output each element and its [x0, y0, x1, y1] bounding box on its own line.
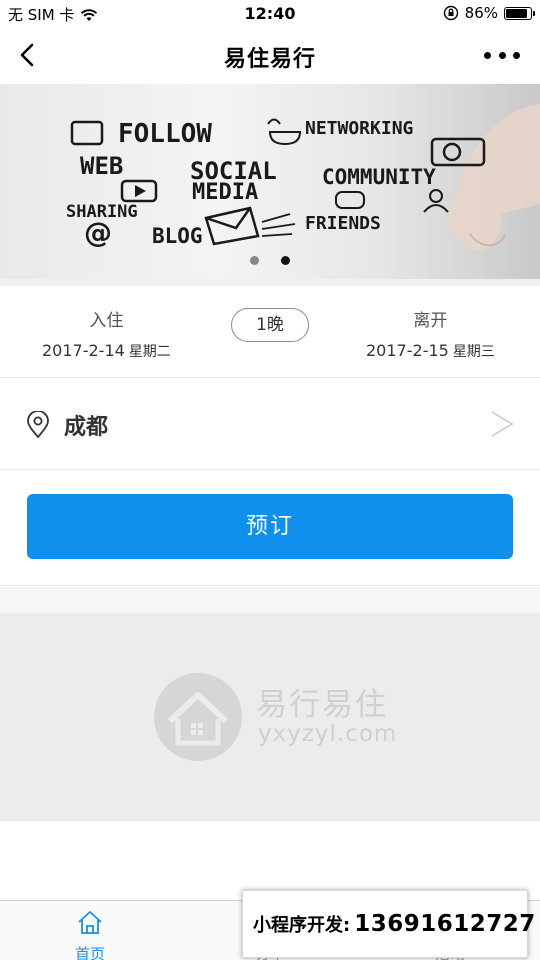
watermark-logo	[154, 673, 242, 761]
checkin-date-line: 2017-2-14 星期二	[42, 341, 171, 361]
at-doodle: @	[84, 216, 112, 249]
battery-icon	[504, 6, 535, 20]
book-section: 预订	[0, 470, 540, 586]
home-icon	[78, 911, 102, 934]
banner-word: WEB	[80, 152, 123, 180]
contact-prefix: 小程序开发:	[253, 915, 351, 936]
status-bar: 无 SIM 卡 12:40 86%	[0, 0, 540, 28]
banner-word: NETWORKING	[305, 118, 413, 139]
orientation-lock-icon	[443, 5, 458, 21]
checkout-label: 离开	[413, 311, 448, 331]
city-selector[interactable]: 成都	[0, 380, 540, 470]
status-right: 86%	[443, 4, 535, 22]
more-dot	[484, 51, 491, 59]
contact-overlay: 小程序开发: 13691612727	[242, 890, 535, 958]
contact-text: 小程序开发: 13691612727	[253, 911, 536, 937]
envelope-doodle	[204, 206, 260, 246]
carousel-dot[interactable]	[281, 256, 290, 265]
location-pin-icon	[27, 411, 49, 439]
more-dot	[498, 51, 506, 59]
city-name: 成都	[64, 415, 109, 440]
banner-image: FOLLOW NETWORKING WEB SOCIAL MEDIA COMMU…	[66, 104, 540, 251]
contact-phone[interactable]: 13691612727	[354, 911, 536, 937]
banner-word: BLOG	[152, 224, 203, 248]
page-title: 易住易行	[223, 47, 316, 72]
checkout-date: 2017-2-15	[366, 341, 449, 360]
checkout-weekday: 星期三	[452, 344, 495, 360]
nav-bar: 易住易行	[0, 28, 540, 82]
battery-fill	[506, 8, 527, 18]
carousel-dot[interactable]	[250, 256, 259, 265]
book-button[interactable]: 预订	[27, 494, 513, 559]
checkin-date: 2017-2-14	[42, 341, 125, 360]
checkout-date-line: 2017-2-15 星期三	[366, 341, 495, 361]
tab-label: 首页	[74, 945, 105, 960]
checkin-block[interactable]: 入住 2017-2-14 星期二	[42, 306, 171, 361]
tablet-doodle	[70, 120, 104, 146]
chat-doodle	[335, 191, 365, 209]
watermark-cn: 易行易住	[256, 687, 388, 723]
checkin-weekday: 星期二	[128, 344, 171, 360]
date-selector[interactable]: 入住 2017-2-14 星期二 1晚 离开 2017-2-15 星期三	[0, 286, 540, 378]
checkout-block[interactable]: 离开 2017-2-15 星期三	[366, 306, 495, 361]
tab-home[interactable]: 首页	[0, 901, 180, 960]
content-placeholder: 易行易住 yxyzyl.com	[0, 613, 540, 821]
banner-word: COMMUNITY	[322, 165, 436, 189]
checkin-label: 入住	[89, 311, 124, 331]
carousel-dots	[0, 256, 540, 265]
battery-percent: 86%	[464, 4, 498, 22]
more-dots-icon[interactable]	[484, 42, 520, 68]
watermark-en: yxyzyl.com	[258, 721, 398, 747]
person-doodle	[429, 189, 443, 203]
separator-band	[0, 279, 540, 286]
banner-carousel[interactable]: FOLLOW NETWORKING WEB SOCIAL MEDIA COMMU…	[0, 84, 540, 279]
separator-band	[0, 587, 540, 613]
banner-word: FOLLOW	[118, 119, 212, 149]
banner-word: FRIENDS	[305, 213, 381, 234]
nights-badge: 1晚	[231, 308, 309, 342]
coffee-doodle	[267, 118, 302, 146]
more-dot	[513, 51, 520, 59]
banner-word: MEDIA	[192, 180, 258, 205]
chevron-right-icon	[491, 411, 514, 437]
